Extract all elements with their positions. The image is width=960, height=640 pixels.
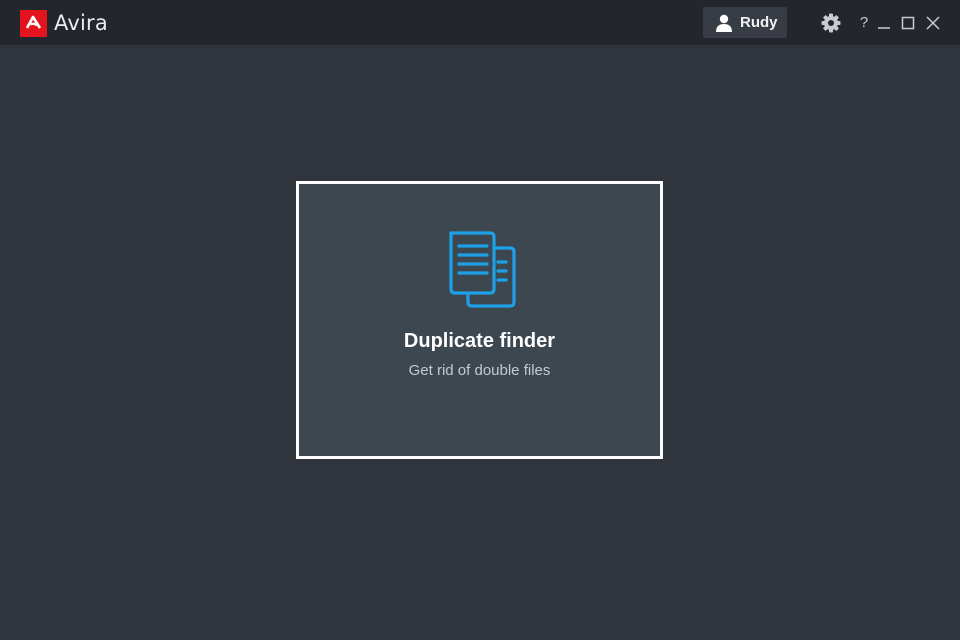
app-name: Avira	[54, 11, 108, 35]
tile-subtitle: Get rid of double files	[408, 362, 551, 379]
user-icon	[716, 14, 732, 32]
duplicate-documents-icon	[449, 231, 516, 308]
help-button[interactable]: ?	[856, 0, 872, 45]
title-bar: Avira Rudy ?	[0, 0, 960, 45]
minimize-icon[interactable]	[876, 0, 892, 45]
duplicate-finder-tile[interactable]: Duplicate finder Get rid of double files	[296, 181, 663, 459]
maximize-icon[interactable]	[900, 0, 916, 45]
tile-title: Duplicate finder	[403, 330, 556, 352]
avira-logo-icon	[20, 9, 47, 37]
avira-window: Avira Rudy ? Duplicate finder Get rid of…	[0, 0, 960, 640]
user-name: Rudy	[740, 14, 778, 31]
close-icon[interactable]	[924, 0, 942, 45]
app-brand: Avira	[20, 9, 108, 37]
gear-icon[interactable]	[820, 0, 842, 45]
user-account-button[interactable]: Rudy	[703, 7, 787, 38]
